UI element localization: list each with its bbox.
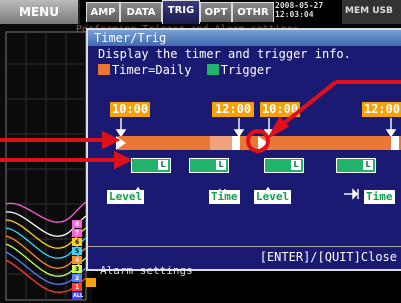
annotation-overlay	[0, 80, 401, 170]
annotation-arrowhead-trigger	[114, 150, 133, 170]
annotation-arrowhead-circle	[266, 116, 290, 140]
annotation-circle	[246, 129, 270, 153]
annotation-arrowhead-timer	[102, 130, 121, 150]
device-screen: MENU AMP DATA TRIG OPT OTHR 2008-05-27 1…	[0, 0, 401, 303]
annotation-leader-diagonal	[276, 80, 338, 130]
